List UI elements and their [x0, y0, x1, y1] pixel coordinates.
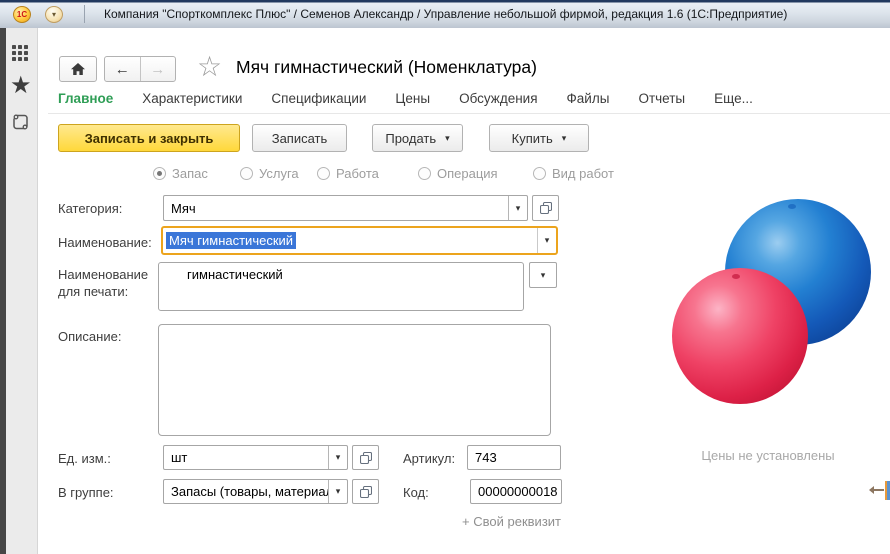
- tab-obsuzhdeniya[interactable]: Обсуждения: [459, 91, 537, 106]
- description-label: Описание:: [58, 329, 122, 344]
- back-button[interactable]: ←: [105, 57, 141, 81]
- radio-circle: [153, 167, 166, 180]
- name-field-focused[interactable]: Мяч гимнастический ▾: [161, 226, 558, 255]
- chevron-down-icon[interactable]: ▾: [537, 228, 556, 253]
- add-custom-attribute-link[interactable]: + Свой реквизит: [430, 514, 561, 529]
- tabs-underline: [48, 113, 890, 114]
- app-logo-icon: 1С: [13, 6, 31, 23]
- blue-ball-valve: [788, 204, 796, 209]
- tab-tseny[interactable]: Цены: [395, 91, 430, 106]
- chevron-down-icon: ▾: [540, 269, 546, 280]
- radio-circle: [533, 167, 546, 180]
- window-title: Компания "Спорткомплекс Плюс" / Семенов …: [104, 7, 788, 21]
- radio-zapas[interactable]: Запас: [153, 166, 208, 181]
- article-field[interactable]: 743: [467, 445, 561, 470]
- print-name-label: Наименование для печати:: [58, 267, 149, 299]
- category-field[interactable]: Мяч ▾: [163, 195, 528, 221]
- red-ball-valve: [732, 274, 740, 279]
- tab-faily[interactable]: Файлы: [567, 91, 610, 106]
- favorites-icon[interactable]: ★: [10, 72, 32, 101]
- print-name-field[interactable]: гимнастический: [158, 262, 524, 311]
- unit-value: шт: [171, 450, 188, 465]
- product-image-red-ball[interactable]: [672, 268, 808, 404]
- history-icon[interactable]: [12, 113, 29, 136]
- sidebar: ★: [0, 28, 38, 554]
- code-field[interactable]: 00000000018: [470, 479, 562, 504]
- group-field[interactable]: Запасы (товары, материал ▾: [163, 479, 348, 504]
- category-label: Категория:: [58, 201, 123, 216]
- save-and-close-button[interactable]: Записать и закрыть: [58, 124, 240, 152]
- radio-circle: [418, 167, 431, 180]
- category-value: Мяч: [171, 200, 196, 216]
- window-titlebar: 1С ▾ Компания "Спорткомплекс Плюс" / Сем…: [0, 0, 890, 28]
- save-button[interactable]: Записать: [252, 124, 347, 152]
- home-button[interactable]: [59, 56, 97, 82]
- buy-button[interactable]: Купить ▾: [489, 124, 589, 152]
- open-value-icon: [539, 202, 552, 214]
- tab-eshche[interactable]: Еще...: [714, 91, 753, 106]
- radio-usluga[interactable]: Услуга: [240, 166, 299, 181]
- article-label: Артикул:: [403, 451, 456, 466]
- sidebar-dark-edge: [0, 28, 6, 554]
- radio-rabota[interactable]: Работа: [317, 166, 379, 181]
- radio-circle: [240, 167, 253, 180]
- tab-glavnoe[interactable]: Главное: [58, 91, 113, 106]
- unit-open-button[interactable]: [352, 445, 379, 470]
- system-menu-button[interactable]: ▾: [45, 6, 63, 23]
- titlebar-separator: [84, 5, 85, 23]
- unit-label: Ед. изм.:: [58, 451, 111, 466]
- history-nav-buttons: ← →: [104, 56, 176, 82]
- chevron-down-icon[interactable]: ▾: [328, 480, 347, 503]
- forward-button[interactable]: →: [141, 57, 176, 81]
- form-tabs: Главное Характеристики Спецификации Цены…: [58, 91, 753, 106]
- tab-kharakteristiki[interactable]: Характеристики: [142, 91, 242, 106]
- home-icon: [71, 63, 85, 75]
- radio-circle: [317, 167, 330, 180]
- tab-otchety[interactable]: Отчеты: [638, 91, 685, 106]
- open-value-icon: [359, 451, 372, 464]
- radio-operatsiya[interactable]: Операция: [418, 166, 498, 181]
- sell-button[interactable]: Продать ▾: [372, 124, 463, 152]
- category-open-button[interactable]: [532, 195, 559, 221]
- sell-button-label: Продать: [385, 130, 437, 146]
- unit-field[interactable]: шт ▾: [163, 445, 348, 470]
- buy-button-label: Купить: [511, 130, 553, 146]
- chevron-down-icon: ▾: [445, 132, 450, 143]
- chevron-down-icon[interactable]: ▾: [328, 446, 347, 469]
- group-open-button[interactable]: [352, 479, 379, 504]
- description-field[interactable]: [158, 324, 551, 436]
- prices-status-text: Цены не установлены: [701, 448, 835, 463]
- radio-label: Работа: [336, 166, 379, 181]
- radio-label: Операция: [437, 166, 498, 181]
- group-label: В группе:: [58, 485, 114, 500]
- radio-label: Запас: [172, 166, 208, 181]
- app-window: 1С ▾ Компания "Спорткомплекс Плюс" / Сем…: [0, 0, 890, 554]
- print-name-dropdown-button[interactable]: ▾: [529, 262, 557, 288]
- forward-arrow-icon: →: [150, 60, 166, 78]
- add-to-favorites-star-icon[interactable]: ☆: [197, 51, 222, 83]
- chevron-down-icon: ▾: [561, 132, 567, 143]
- group-value: Запасы (товары, материал: [171, 484, 328, 499]
- radio-label: Услуга: [259, 166, 299, 181]
- sections-menu-icon[interactable]: [12, 45, 29, 67]
- collapsed-panel-grip[interactable]: [885, 481, 890, 500]
- open-value-icon: [359, 485, 372, 498]
- page-title: Мяч гимнастический (Номенклатура): [236, 57, 537, 77]
- tab-spetsifikatsii[interactable]: Спецификации: [271, 91, 366, 106]
- panel-expand-arrow-tail[interactable]: [874, 489, 884, 491]
- chevron-down-icon[interactable]: ▾: [508, 196, 527, 220]
- back-arrow-icon: ←: [114, 60, 130, 78]
- chevron-down-icon: ▾: [51, 9, 56, 19]
- code-label: Код:: [403, 485, 429, 500]
- name-label: Наименование:: [58, 235, 152, 250]
- radio-label: Вид работ: [552, 166, 614, 181]
- name-value-selected: Мяч гимнастический: [166, 232, 297, 249]
- radio-vid-rabot[interactable]: Вид работ: [533, 166, 614, 181]
